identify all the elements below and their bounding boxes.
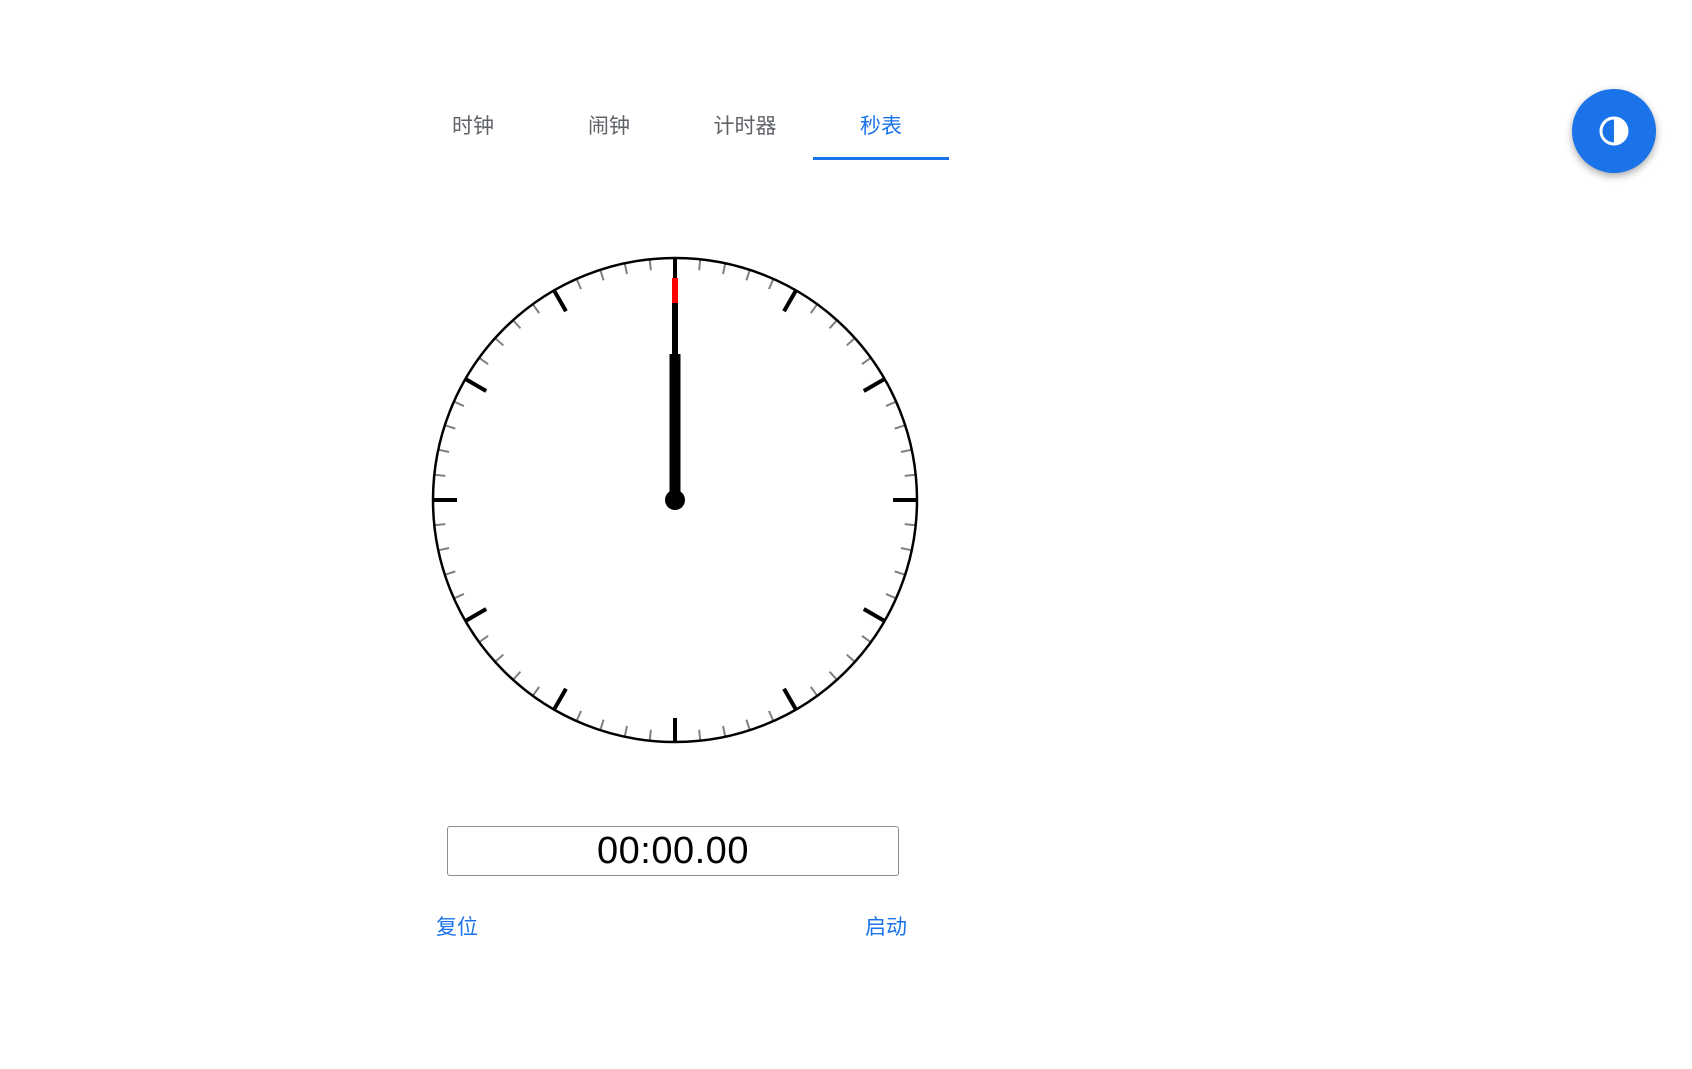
tab-clock[interactable]: 时钟	[405, 90, 541, 160]
major-tick	[782, 687, 798, 711]
stopwatch-page: 时钟 闹钟 计时器 秒表 00:00.00 复位 启动	[0, 0, 1692, 1069]
major-tick	[552, 687, 568, 711]
minor-tick	[861, 634, 872, 644]
minor-tick	[494, 653, 505, 663]
minor-tick	[745, 269, 751, 281]
second-hand	[672, 278, 678, 500]
minor-tick	[722, 725, 727, 737]
minor-tick	[494, 337, 505, 347]
minor-tick	[512, 670, 522, 681]
minor-tick	[575, 710, 582, 722]
minor-tick	[444, 424, 456, 430]
minor-tick	[885, 593, 897, 600]
start-button[interactable]: 启动	[865, 910, 907, 942]
major-tick	[552, 289, 568, 313]
minor-tick	[444, 570, 456, 576]
major-tick	[782, 289, 798, 313]
center-pivot	[665, 490, 685, 510]
stopwatch-dial	[431, 256, 919, 744]
theme-toggle-button[interactable]	[1572, 89, 1656, 173]
half-circle-contrast-icon	[1599, 116, 1629, 146]
tab-stopwatch[interactable]: 秒表	[813, 90, 949, 160]
minor-tick	[648, 259, 652, 271]
minor-tick	[623, 263, 628, 275]
minor-tick	[478, 634, 489, 644]
minor-tick	[768, 278, 775, 290]
minor-tick	[900, 547, 912, 552]
minor-tick	[904, 523, 916, 527]
minor-tick	[648, 729, 652, 741]
major-tick	[464, 377, 488, 393]
minor-tick	[623, 725, 628, 737]
minor-tick	[809, 303, 819, 314]
minor-tick	[575, 278, 582, 290]
minor-tick	[698, 729, 702, 741]
tab-bar: 时钟 闹钟 计时器 秒表	[405, 90, 949, 160]
minor-tick	[900, 448, 912, 453]
minor-tick	[453, 400, 465, 407]
minor-tick	[698, 259, 702, 271]
minor-tick	[531, 303, 541, 314]
minor-tick	[438, 448, 450, 453]
minor-tick	[512, 319, 522, 330]
minor-tick	[809, 686, 819, 697]
second-hand-tip	[672, 278, 678, 303]
minor-tick	[599, 719, 605, 731]
minor-tick	[861, 356, 872, 366]
dial-hands	[665, 278, 685, 510]
minor-tick	[768, 710, 775, 722]
minor-tick	[828, 319, 838, 330]
minor-tick	[828, 670, 838, 681]
minor-tick	[745, 719, 751, 731]
minor-tick	[478, 356, 489, 366]
minor-tick	[894, 424, 906, 430]
tab-timer[interactable]: 计时器	[677, 90, 813, 160]
major-tick	[862, 607, 886, 623]
minor-tick	[453, 593, 465, 600]
minor-tick	[885, 400, 897, 407]
minor-tick	[845, 337, 856, 347]
minor-tick	[894, 570, 906, 576]
tab-alarm[interactable]: 闹钟	[541, 90, 677, 160]
minor-tick	[434, 473, 446, 477]
minor-tick	[434, 523, 446, 527]
minor-tick	[531, 686, 541, 697]
minor-tick	[904, 473, 916, 477]
minor-tick	[599, 269, 605, 281]
major-tick	[862, 377, 886, 393]
minor-tick	[438, 547, 450, 552]
minor-tick	[722, 263, 727, 275]
reset-button[interactable]: 复位	[436, 910, 478, 942]
minor-tick	[845, 653, 856, 663]
elapsed-time-display: 00:00.00	[447, 826, 899, 876]
major-tick	[464, 607, 488, 623]
